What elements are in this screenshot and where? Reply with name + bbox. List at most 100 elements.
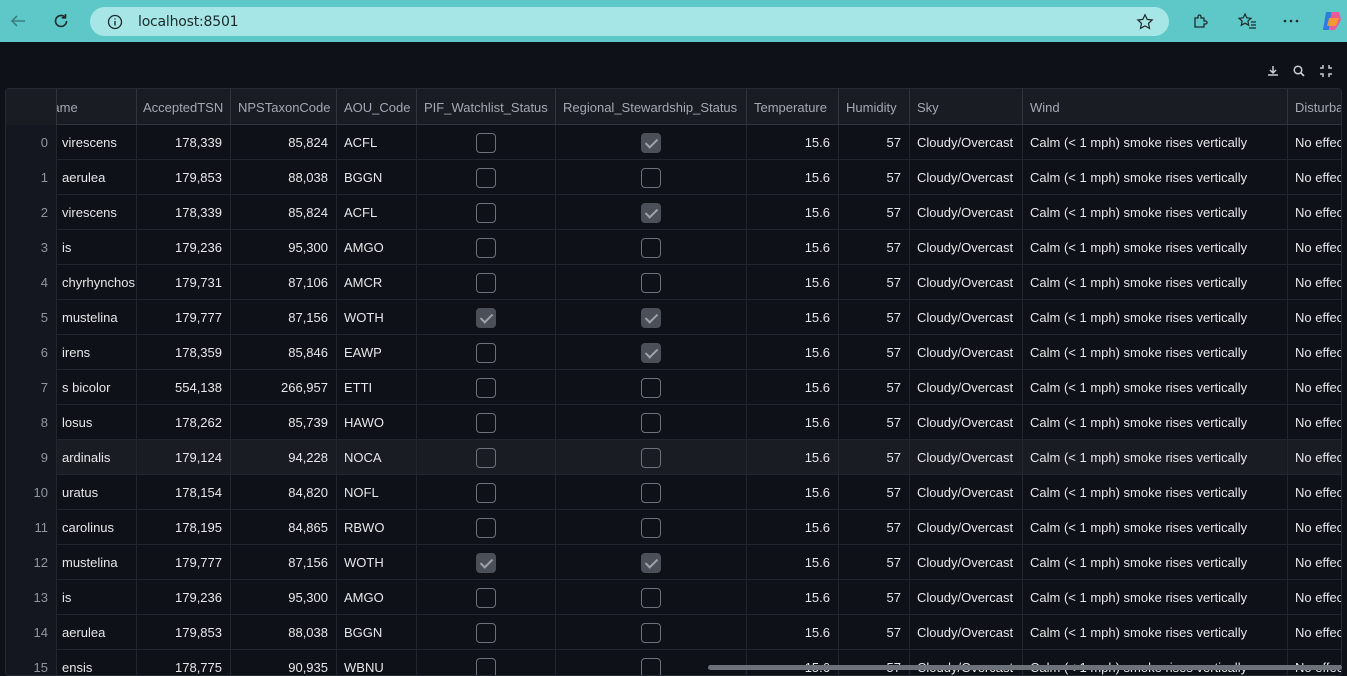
checkbox-unchecked[interactable] bbox=[641, 622, 661, 643]
dist-cell[interactable]: No effect bbox=[1288, 545, 1341, 580]
extensions-button[interactable] bbox=[1186, 6, 1216, 36]
pif-cell[interactable] bbox=[417, 475, 556, 510]
sky-cell[interactable]: Cloudy/Overcast bbox=[910, 545, 1023, 580]
dist-cell[interactable]: No effect bbox=[1288, 405, 1341, 440]
pif-cell[interactable] bbox=[417, 125, 556, 160]
checkbox-checked[interactable] bbox=[641, 552, 661, 573]
column-header-pif[interactable]: PIF_Watchlist_Status bbox=[417, 89, 556, 125]
temp-cell[interactable]: 15.6 bbox=[747, 475, 839, 510]
wind-cell[interactable]: Calm (< 1 mph) smoke rises vertically bbox=[1023, 160, 1288, 195]
fullscreen-button[interactable] bbox=[1316, 61, 1336, 81]
nps-cell[interactable]: 85,824 bbox=[231, 125, 337, 160]
nps-cell[interactable]: 87,156 bbox=[231, 545, 337, 580]
checkbox-unchecked[interactable] bbox=[641, 517, 661, 538]
name-cell[interactable]: irens bbox=[50, 335, 137, 370]
sky-cell[interactable]: Cloudy/Overcast bbox=[910, 160, 1023, 195]
pif-cell[interactable] bbox=[417, 195, 556, 230]
nps-cell[interactable]: 87,156 bbox=[231, 300, 337, 335]
table-row[interactable]: 5 mustelina 179,777 87,156 WOTH 15.6 57 Cloudy/… bbox=[6, 300, 1341, 335]
checkbox-unchecked[interactable] bbox=[476, 132, 496, 153]
checkbox-checked[interactable] bbox=[641, 342, 661, 363]
reg-cell[interactable] bbox=[556, 545, 747, 580]
wind-cell[interactable]: Calm (< 1 mph) smoke rises vertically bbox=[1023, 545, 1288, 580]
temp-cell[interactable]: 15.6 bbox=[747, 335, 839, 370]
temp-cell[interactable]: 15.6 bbox=[747, 195, 839, 230]
reg-cell[interactable] bbox=[556, 370, 747, 405]
dist-cell[interactable]: No effect bbox=[1288, 580, 1341, 615]
name-cell[interactable]: chyrhynchos bbox=[50, 265, 137, 300]
checkbox-unchecked[interactable] bbox=[476, 202, 496, 223]
nps-cell[interactable]: 87,106 bbox=[231, 265, 337, 300]
name-cell[interactable]: virescens bbox=[50, 195, 137, 230]
table-row[interactable]: 13 is 179,236 95,300 AMGO 15.6 57 Cloudy/Overca… bbox=[6, 580, 1341, 615]
tsn-cell[interactable]: 179,236 bbox=[136, 580, 231, 615]
aou-cell[interactable]: WOTH bbox=[337, 300, 417, 335]
pif-cell[interactable] bbox=[417, 545, 556, 580]
reg-cell[interactable] bbox=[556, 580, 747, 615]
sky-cell[interactable]: Cloudy/Overcast bbox=[910, 580, 1023, 615]
table-row[interactable]: 3 is 179,236 95,300 AMGO 15.6 57 Cloudy/Overcas… bbox=[6, 230, 1341, 265]
temp-cell[interactable]: 15.6 bbox=[747, 160, 839, 195]
tsn-cell[interactable]: 178,775 bbox=[136, 650, 231, 675]
reg-cell[interactable] bbox=[556, 510, 747, 545]
tsn-cell[interactable]: 179,777 bbox=[136, 545, 231, 580]
checkbox-unchecked[interactable] bbox=[641, 377, 661, 398]
hum-cell[interactable]: 57 bbox=[839, 615, 910, 650]
pif-cell[interactable] bbox=[417, 440, 556, 475]
checkbox-checked[interactable] bbox=[476, 552, 496, 573]
site-info-icon[interactable] bbox=[107, 14, 123, 30]
tsn-cell[interactable]: 554,138 bbox=[136, 370, 231, 405]
aou-cell[interactable]: ETTI bbox=[337, 370, 417, 405]
hum-cell[interactable]: 57 bbox=[839, 300, 910, 335]
aou-cell[interactable]: WOTH bbox=[337, 545, 417, 580]
column-header-aou[interactable]: AOU_Code bbox=[337, 89, 417, 125]
wind-cell[interactable]: Calm (< 1 mph) smoke rises vertically bbox=[1023, 615, 1288, 650]
checkbox-unchecked[interactable] bbox=[476, 412, 496, 433]
nps-cell[interactable]: 85,846 bbox=[231, 335, 337, 370]
table-row[interactable]: 6 irens 178,359 85,846 EAWP 15.6 57 Cloudy/Over… bbox=[6, 335, 1341, 370]
reload-button[interactable] bbox=[46, 6, 76, 36]
hum-cell[interactable]: 57 bbox=[839, 545, 910, 580]
pif-cell[interactable] bbox=[417, 405, 556, 440]
address-bar[interactable]: localhost:8501 bbox=[90, 7, 1169, 36]
sky-cell[interactable]: Cloudy/Overcast bbox=[910, 510, 1023, 545]
checkbox-unchecked[interactable] bbox=[476, 482, 496, 503]
column-header-wind[interactable]: Wind bbox=[1023, 89, 1288, 125]
pif-cell[interactable] bbox=[417, 370, 556, 405]
checkbox-checked[interactable] bbox=[476, 307, 496, 328]
reg-cell[interactable] bbox=[556, 195, 747, 230]
temp-cell[interactable]: 15.6 bbox=[747, 300, 839, 335]
aou-cell[interactable]: WBNU bbox=[337, 650, 417, 675]
temp-cell[interactable]: 15.6 bbox=[747, 405, 839, 440]
dist-cell[interactable]: No effect bbox=[1288, 510, 1341, 545]
checkbox-checked[interactable] bbox=[641, 132, 661, 153]
wind-cell[interactable]: Calm (< 1 mph) smoke rises vertically bbox=[1023, 265, 1288, 300]
column-header-tsn[interactable]: AcceptedTSN bbox=[136, 89, 231, 125]
hum-cell[interactable]: 57 bbox=[839, 475, 910, 510]
sky-cell[interactable]: Cloudy/Overcast bbox=[910, 125, 1023, 160]
checkbox-unchecked[interactable] bbox=[476, 377, 496, 398]
table-row[interactable]: 7s bicolor 554,138 266,957 ETTI 15.6 57 Cloudy… bbox=[6, 370, 1341, 405]
sky-cell[interactable]: Cloudy/Overcast bbox=[910, 195, 1023, 230]
checkbox-unchecked[interactable] bbox=[476, 237, 496, 258]
sky-cell[interactable]: Cloudy/Overcast bbox=[910, 650, 1023, 675]
copilot-button[interactable] bbox=[1317, 6, 1347, 36]
table-row[interactable]: 9 ardinalis 179,124 94,228 NOCA 15.6 57 Cloudy/… bbox=[6, 440, 1341, 475]
aou-cell[interactable]: ACFL bbox=[337, 195, 417, 230]
wind-cell[interactable]: Calm (< 1 mph) smoke rises vertically bbox=[1023, 510, 1288, 545]
favorite-star-icon[interactable] bbox=[1136, 13, 1154, 31]
temp-cell[interactable]: 15.6 bbox=[747, 230, 839, 265]
reg-cell[interactable] bbox=[556, 265, 747, 300]
tsn-cell[interactable]: 179,236 bbox=[136, 230, 231, 265]
wind-cell[interactable]: Calm (< 1 mph) smoke rises vertically bbox=[1023, 580, 1288, 615]
temp-cell[interactable]: 15.6 bbox=[747, 650, 839, 675]
sky-cell[interactable]: Cloudy/Overcast bbox=[910, 370, 1023, 405]
dist-cell[interactable]: No effect bbox=[1288, 160, 1341, 195]
dist-cell[interactable]: No effect bbox=[1288, 475, 1341, 510]
name-cell[interactable]: mustelina bbox=[50, 300, 137, 335]
dist-cell[interactable]: No effect bbox=[1288, 300, 1341, 335]
hum-cell[interactable]: 57 bbox=[839, 440, 910, 475]
checkbox-unchecked[interactable] bbox=[476, 272, 496, 293]
tsn-cell[interactable]: 179,124 bbox=[136, 440, 231, 475]
column-header-nps[interactable]: NPSTaxonCode bbox=[231, 89, 337, 125]
